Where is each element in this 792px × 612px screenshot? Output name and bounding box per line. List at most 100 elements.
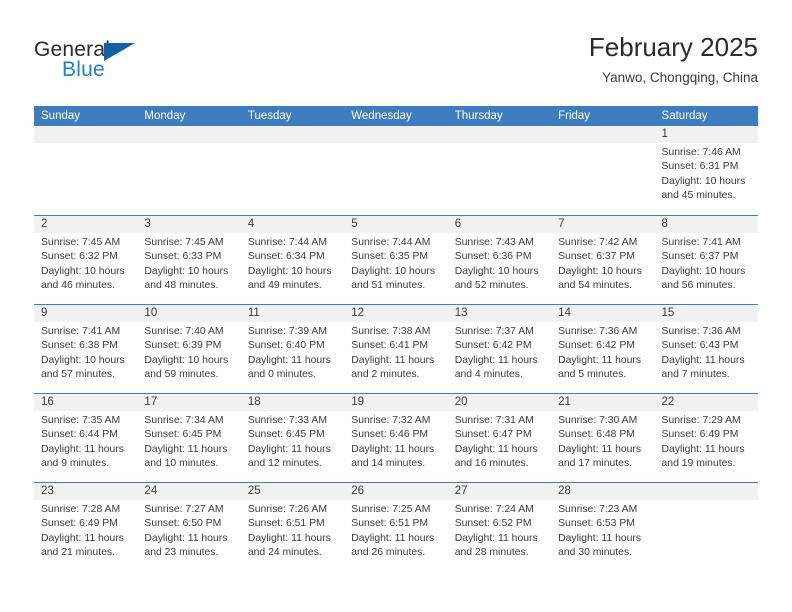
- day-cell[interactable]: 2 Sunrise: 7:45 AM Sunset: 6:32 PM Daylight…: [34, 216, 138, 304]
- daylight-text-line2: and 28 minutes.: [454, 547, 529, 559]
- day-details: Sunrise: 7:44 AM Sunset: 6:35 PM Daylight:…: [344, 233, 447, 294]
- calendar-week-row: 16 Sunrise: 7:35 AM Sunset: 6:44 PM Dayligh…: [34, 393, 758, 482]
- daylight-text-line2: and 24 minutes.: [247, 547, 322, 559]
- daylight-text-line2: and 49 minutes.: [247, 280, 322, 292]
- sunrise-text: Sunrise: 7:23 AM: [558, 504, 638, 515]
- sunset-text: Sunset: 6:48 PM: [558, 429, 635, 441]
- day-cell[interactable]: 19 Sunrise: 7:32 AM Sunset: 6:46 PM Dayligh…: [344, 394, 448, 482]
- daylight-text-line1: Daylight: 11 hours: [144, 443, 228, 455]
- day-number: [447, 126, 552, 143]
- sunset-text: Sunset: 6:45 PM: [144, 429, 222, 441]
- sunrise-text: Sunrise: 7:34 AM: [144, 415, 224, 426]
- sunrise-text: Sunrise: 7:46 AM: [661, 147, 741, 158]
- daylight-text-line1: Daylight: 11 hours: [454, 354, 538, 366]
- sunrise-text: Sunrise: 7:25 AM: [351, 504, 431, 515]
- day-details: Sunrise: 7:46 AM Sunset: 6:31 PM Daylight:…: [655, 143, 758, 204]
- daylight-text-line2: and 46 minutes.: [41, 280, 115, 292]
- sunset-text: Sunset: 6:44 PM: [41, 429, 118, 441]
- sunset-text: Sunset: 6:43 PM: [661, 340, 739, 352]
- day-cell[interactable]: 10 Sunrise: 7:40 AM Sunset: 6:39 PM Dayligh…: [137, 305, 241, 393]
- day-cell[interactable]: 13 Sunrise: 7:37 AM Sunset: 6:42 PM Dayligh…: [447, 305, 552, 393]
- day-number: 23: [34, 483, 138, 500]
- day-cell[interactable]: 20 Sunrise: 7:31 AM Sunset: 6:47 PM Dayligh…: [447, 394, 552, 482]
- sunrise-text: Sunrise: 7:26 AM: [247, 504, 327, 515]
- page-header: General Blue February 2025 Yanwo, Chongq…: [34, 30, 758, 100]
- sunrise-text: Sunrise: 7:37 AM: [454, 326, 534, 337]
- day-number: 11: [240, 305, 345, 322]
- sunrise-text: Sunrise: 7:41 AM: [41, 326, 121, 337]
- day-cell[interactable]: 7 Sunrise: 7:42 AM Sunset: 6:37 PM Daylight…: [551, 216, 655, 304]
- day-details: Sunrise: 7:38 AM Sunset: 6:41 PM Daylight:…: [344, 322, 447, 383]
- daylight-text-line2: and 51 minutes.: [351, 280, 426, 292]
- day-number: 12: [344, 305, 448, 322]
- day-cell[interactable]: 21 Sunrise: 7:30 AM Sunset: 6:48 PM Dayligh…: [551, 394, 655, 482]
- calendar-week-row: 2 Sunrise: 7:45 AM Sunset: 6:32 PM Daylight…: [34, 215, 758, 304]
- day-details: Sunrise: 7:36 AM Sunset: 6:42 PM Daylight:…: [551, 322, 654, 383]
- day-cell[interactable]: 4 Sunrise: 7:44 AM Sunset: 6:34 PM Daylight…: [240, 216, 345, 304]
- sunrise-text: Sunrise: 7:27 AM: [144, 504, 224, 515]
- sunset-text: Sunset: 6:42 PM: [558, 340, 635, 352]
- day-cell[interactable]: 25 Sunrise: 7:26 AM Sunset: 6:51 PM Dayligh…: [240, 483, 345, 571]
- day-details: Sunrise: 7:43 AM Sunset: 6:36 PM Daylight:…: [448, 233, 551, 294]
- day-number: 13: [447, 305, 552, 322]
- daylight-text-line2: and 14 minutes.: [351, 458, 426, 470]
- day-cell[interactable]: 17 Sunrise: 7:34 AM Sunset: 6:45 PM Dayligh…: [137, 394, 241, 482]
- sunrise-text: Sunrise: 7:41 AM: [661, 237, 741, 248]
- sunset-text: Sunset: 6:45 PM: [247, 429, 325, 441]
- sunset-text: Sunset: 6:41 PM: [351, 340, 429, 352]
- day-number: 7: [551, 216, 655, 233]
- day-number: 2: [34, 216, 138, 233]
- day-number: [551, 126, 655, 143]
- day-cell[interactable]: 22 Sunrise: 7:29 AM Sunset: 6:49 PM Dayligh…: [654, 394, 758, 482]
- day-cell-empty: [34, 126, 138, 215]
- day-cell[interactable]: 26 Sunrise: 7:25 AM Sunset: 6:51 PM Dayligh…: [344, 483, 448, 571]
- daylight-text-line1: Daylight: 11 hours: [454, 532, 538, 544]
- day-cell-empty: [137, 126, 241, 215]
- day-cell-empty: [447, 126, 552, 215]
- sunrise-text: Sunrise: 7:44 AM: [351, 237, 431, 248]
- day-cell[interactable]: 1 Sunrise: 7:46 AM Sunset: 6:31 PM Daylight…: [654, 126, 758, 215]
- day-number: 20: [447, 394, 552, 411]
- day-cell[interactable]: 11 Sunrise: 7:39 AM Sunset: 6:40 PM Dayligh…: [240, 305, 345, 393]
- day-number: 5: [344, 216, 448, 233]
- day-cell[interactable]: 14 Sunrise: 7:36 AM Sunset: 6:42 PM Dayligh…: [551, 305, 655, 393]
- day-cell[interactable]: 9 Sunrise: 7:41 AM Sunset: 6:38 PM Daylight…: [34, 305, 138, 393]
- day-cell[interactable]: 28 Sunrise: 7:23 AM Sunset: 6:53 PM Dayligh…: [551, 483, 655, 571]
- day-details: Sunrise: 7:44 AM Sunset: 6:34 PM Daylight:…: [241, 233, 344, 294]
- day-cell[interactable]: 23 Sunrise: 7:28 AM Sunset: 6:49 PM Dayligh…: [34, 483, 138, 571]
- daylight-text-line1: Daylight: 11 hours: [41, 443, 124, 455]
- day-cell[interactable]: 8 Sunrise: 7:41 AM Sunset: 6:37 PM Daylight…: [654, 216, 758, 304]
- day-cell[interactable]: 18 Sunrise: 7:33 AM Sunset: 6:45 PM Dayligh…: [240, 394, 345, 482]
- sunrise-text: Sunrise: 7:40 AM: [144, 326, 224, 337]
- sunset-text: Sunset: 6:32 PM: [41, 251, 118, 263]
- day-details: Sunrise: 7:39 AM Sunset: 6:40 PM Daylight:…: [241, 322, 344, 383]
- sunrise-text: Sunrise: 7:31 AM: [454, 415, 534, 426]
- sunrise-text: Sunrise: 7:38 AM: [351, 326, 431, 337]
- day-number: 14: [551, 305, 655, 322]
- sunset-text: Sunset: 6:37 PM: [558, 251, 635, 263]
- day-cell-empty: [344, 126, 448, 215]
- daylight-text-line1: Daylight: 10 hours: [661, 175, 746, 187]
- day-cell[interactable]: 24 Sunrise: 7:27 AM Sunset: 6:50 PM Dayligh…: [137, 483, 241, 571]
- daylight-text-line2: and 59 minutes.: [144, 369, 219, 381]
- day-cell[interactable]: 16 Sunrise: 7:35 AM Sunset: 6:44 PM Dayligh…: [34, 394, 138, 482]
- sunset-text: Sunset: 6:51 PM: [351, 518, 429, 530]
- day-details: Sunrise: 7:37 AM Sunset: 6:42 PM Daylight:…: [448, 322, 551, 383]
- daylight-text-line1: Daylight: 10 hours: [144, 265, 229, 277]
- day-details: Sunrise: 7:36 AM Sunset: 6:43 PM Daylight:…: [655, 322, 758, 383]
- day-cell[interactable]: 15 Sunrise: 7:36 AM Sunset: 6:43 PM Dayligh…: [654, 305, 758, 393]
- sunset-text: Sunset: 6:39 PM: [144, 340, 222, 352]
- daylight-text-line1: Daylight: 10 hours: [661, 265, 746, 277]
- daylight-text-line2: and 12 minutes.: [247, 458, 322, 470]
- day-cell[interactable]: 6 Sunrise: 7:43 AM Sunset: 6:36 PM Daylight…: [447, 216, 552, 304]
- day-details: Sunrise: 7:29 AM Sunset: 6:49 PM Daylight:…: [655, 411, 758, 472]
- sunrise-text: Sunrise: 7:29 AM: [661, 415, 741, 426]
- day-cell[interactable]: 5 Sunrise: 7:44 AM Sunset: 6:35 PM Daylight…: [344, 216, 448, 304]
- day-cell[interactable]: 27 Sunrise: 7:24 AM Sunset: 6:52 PM Dayligh…: [447, 483, 552, 571]
- sunrise-text: Sunrise: 7:30 AM: [558, 415, 638, 426]
- day-details: Sunrise: 7:23 AM Sunset: 6:53 PM Daylight:…: [551, 500, 654, 561]
- weekday-header-tuesday: Tuesday: [247, 110, 292, 122]
- daylight-text-line1: Daylight: 10 hours: [41, 354, 125, 366]
- day-cell[interactable]: 12 Sunrise: 7:38 AM Sunset: 6:41 PM Dayligh…: [344, 305, 448, 393]
- day-cell[interactable]: 3 Sunrise: 7:45 AM Sunset: 6:33 PM Daylight…: [137, 216, 241, 304]
